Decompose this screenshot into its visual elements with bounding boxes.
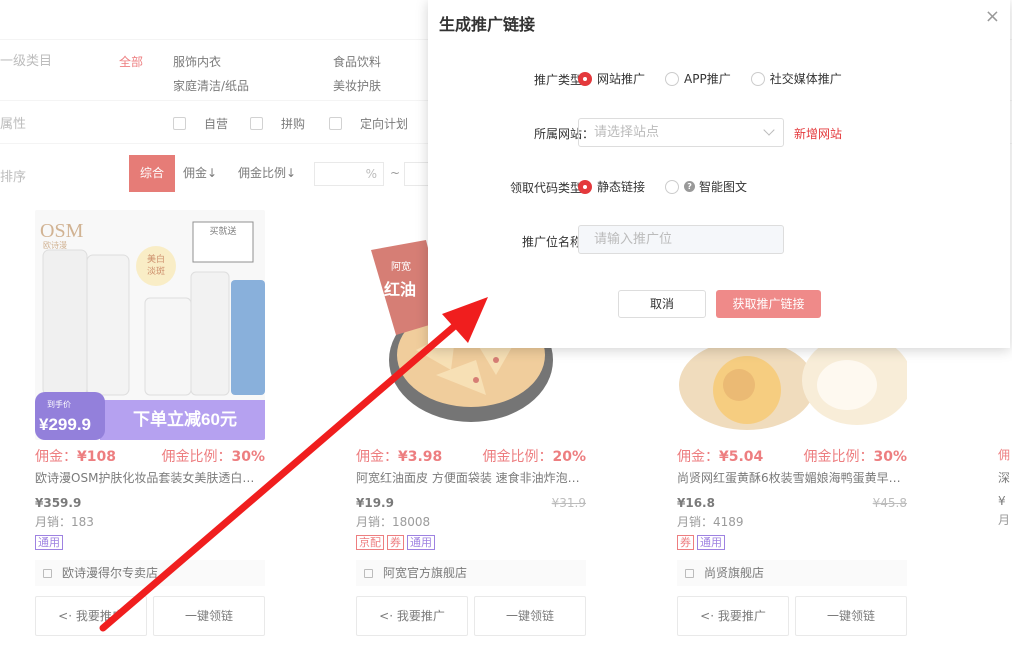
position-name-input[interactable]: 请输入推广位 [578, 225, 784, 254]
radio-checked-icon [578, 71, 592, 86]
help-icon[interactable]: ? [684, 181, 696, 192]
add-site-link[interactable]: 新增网站 [794, 125, 842, 142]
cancel-button[interactable]: 取消 [618, 290, 706, 318]
site-select[interactable]: 请选择站点 [578, 118, 784, 147]
get-link-button[interactable]: 获取推广链接 [716, 290, 821, 318]
radio-website[interactable]: 网站推广 [578, 70, 645, 87]
code-type-radio-group: 静态链接 ? 智能图文 [578, 178, 767, 195]
radio-unchecked-icon [665, 71, 680, 86]
promo-type-radio-group: 网站推广 APP推广 社交媒体推广 [578, 70, 862, 87]
radio-unchecked-icon [750, 71, 765, 86]
generate-link-dialog: 生成推广链接 × 推广类型： 网站推广 APP推广 社交媒体推广 所属网站： 请… [428, 0, 1010, 348]
radio-app[interactable]: APP推广 [665, 70, 731, 87]
radio-social-media[interactable]: 社交媒体推广 [750, 70, 842, 87]
radio-smart-image-text[interactable]: ? 智能图文 [665, 178, 747, 195]
radio-unchecked-icon [665, 179, 680, 194]
chevron-down-icon [763, 124, 775, 136]
radio-static-link[interactable]: 静态链接 [578, 178, 645, 195]
dialog-title: 生成推广链接 [439, 15, 536, 34]
close-icon[interactable]: × [985, 8, 1000, 26]
radio-checked-icon [578, 179, 592, 194]
